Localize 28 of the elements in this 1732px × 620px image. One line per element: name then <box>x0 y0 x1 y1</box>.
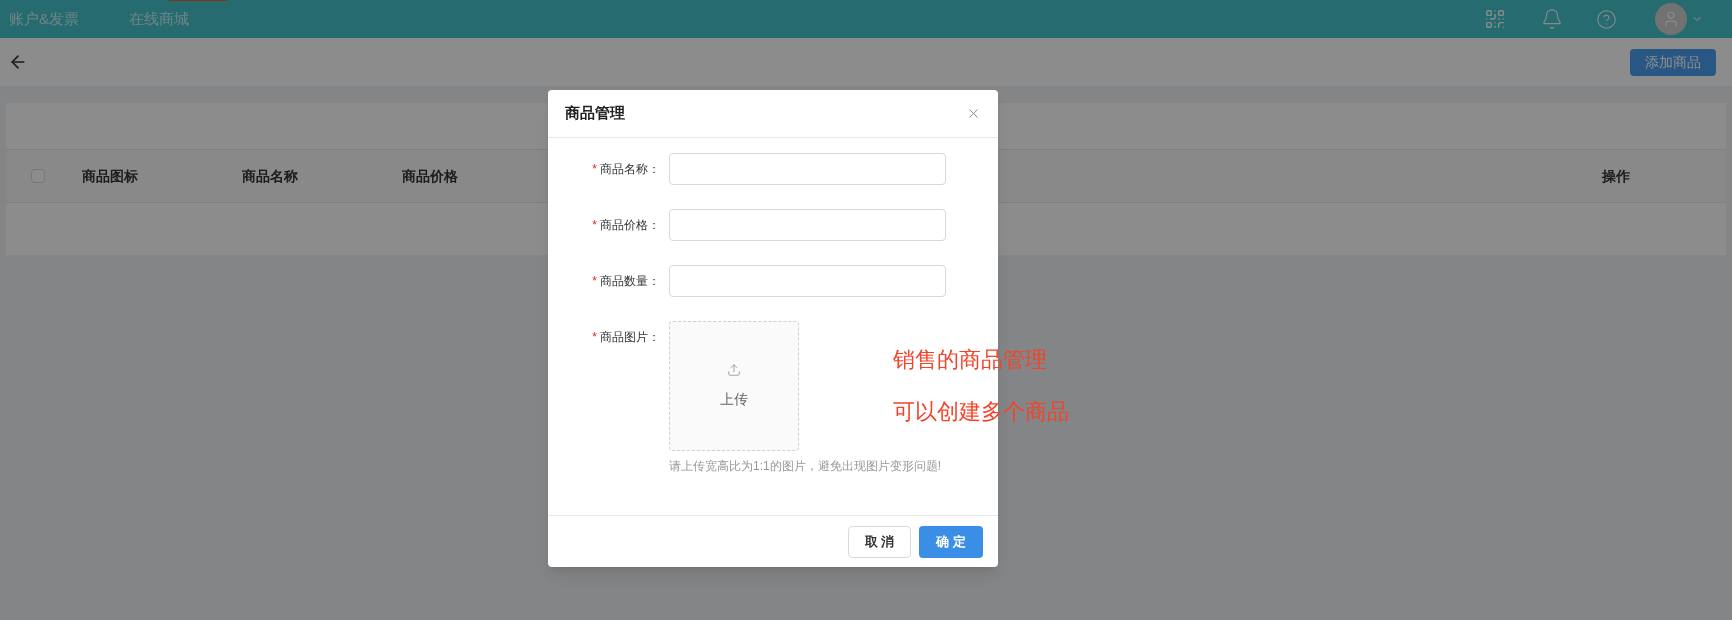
input-field[interactable] <box>669 153 946 185</box>
qr-code-icon[interactable] <box>1484 8 1506 30</box>
ok-button[interactable]: 确 定 <box>919 525 983 558</box>
column-header: 商品图标 <box>82 166 139 186</box>
required-mark: * <box>592 273 597 290</box>
field-label: 商品名称： <box>600 161 660 178</box>
required-mark: * <box>592 329 597 346</box>
dialog-title: 商品管理 <box>565 103 625 124</box>
upload-hint: 请上传宽高比为1:1的图片，避免出现图片变形问题! <box>669 458 941 475</box>
required-mark: * <box>592 161 597 178</box>
field-label: 商品价格： <box>600 217 660 234</box>
input-field[interactable] <box>669 209 946 241</box>
notification-icon[interactable] <box>1541 8 1563 30</box>
required-mark: * <box>592 217 597 234</box>
column-header: 商品名称 <box>242 166 299 186</box>
column-header: 操作 <box>1602 166 1630 186</box>
help-icon[interactable] <box>1596 8 1617 30</box>
column-header: 商品价格 <box>402 166 459 186</box>
upload-icon <box>727 362 741 377</box>
upload-area[interactable]: 上传 <box>669 321 799 451</box>
field-label: 商品数量： <box>600 273 660 290</box>
cancel-button[interactable]: 取 消 <box>848 525 911 558</box>
close-icon[interactable] <box>966 106 981 121</box>
upload-label: 上传 <box>720 389 748 409</box>
add-product-button[interactable]: 添加商品 <box>1630 48 1716 76</box>
field-label: 商品图片： <box>600 329 660 346</box>
input-field[interactable] <box>669 265 946 297</box>
avatar[interactable] <box>1655 3 1687 35</box>
